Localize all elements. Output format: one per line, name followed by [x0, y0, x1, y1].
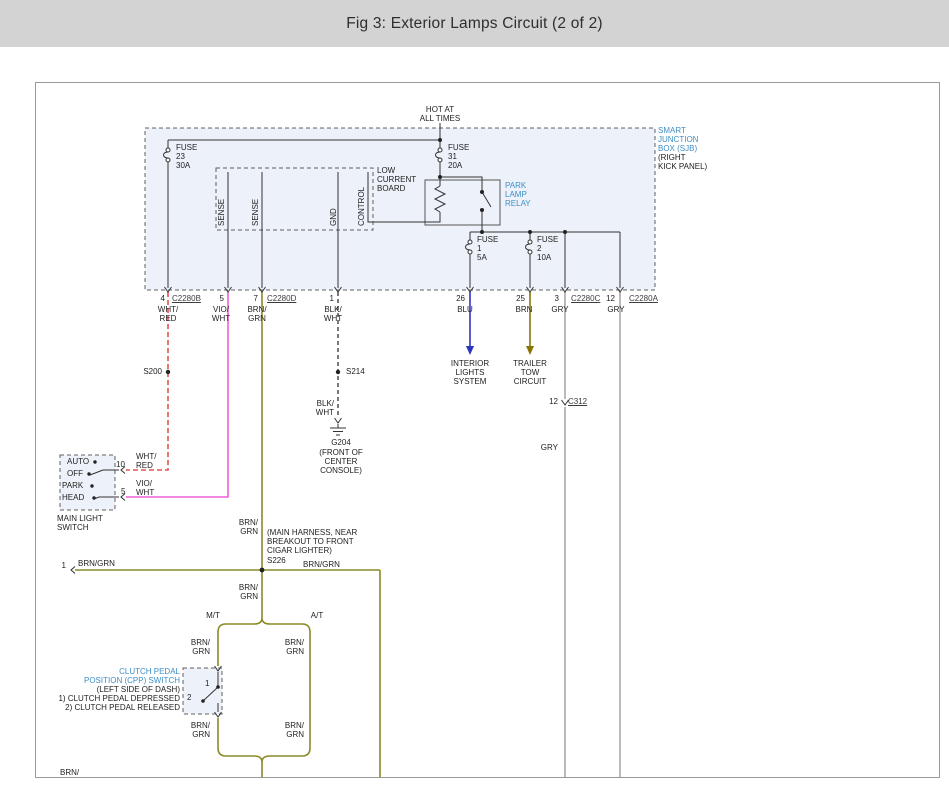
wire-label-brn: BRN: [516, 305, 533, 314]
cpp-switch-details: (LEFT SIDE OF DASH) 1) CLUTCH PEDAL DEPR…: [58, 685, 180, 712]
ground-g204-location: (FRONT OF CENTER CONSOLE): [319, 448, 362, 475]
sense-pin-label-1: SENSE: [217, 199, 226, 226]
splice-s200-label: S200: [132, 367, 162, 376]
interior-lights-system-label: INTERIOR LIGHTS SYSTEM: [451, 359, 489, 386]
mls-position-park: PARK: [62, 481, 83, 490]
connector-c2280c-link[interactable]: C2280C: [571, 294, 600, 303]
wire-label-brn-grn-mt-lower: BRN/ GRN: [182, 721, 210, 739]
pin-12-label: 12: [600, 294, 615, 303]
sjb-location-label: (RIGHT KICK PANEL): [658, 153, 707, 171]
main-light-switch-name: MAIN LIGHT SWITCH: [57, 514, 103, 532]
cpp-switch-box: [183, 668, 222, 714]
wire-label-brn-grn-right: BRN/GRN: [303, 560, 340, 569]
wire-label-blu: BLU: [457, 305, 473, 314]
mls-pin-10-label: 10: [116, 460, 125, 469]
pin-25-label: 25: [510, 294, 525, 303]
wire-label-gry-12: GRY: [607, 305, 624, 314]
fuse-31-label: FUSE 31 20A: [448, 143, 469, 170]
wire-label-partial-bottom: BRN/: [60, 768, 79, 777]
branch-mt-label: M/T: [206, 611, 220, 620]
left-connector-pin-1: 1: [56, 561, 66, 570]
connector-c2280d-link[interactable]: C2280D: [267, 294, 296, 303]
mls-wire-wht-red: WHT/ RED: [136, 452, 156, 470]
sense-pin-label-2: SENSE: [251, 199, 260, 226]
wire-label-brn-grn-mt-upper: BRN/ GRN: [182, 638, 210, 656]
control-pin-label: CONTROL: [357, 187, 366, 226]
wire-blu: [466, 292, 474, 355]
wire-label-brn-grn-at-upper: BRN/ GRN: [276, 638, 304, 656]
harness-note: (MAIN HARNESS, NEAR BREAKOUT TO FRONT CI…: [267, 528, 357, 555]
pin-7-label: 7: [246, 294, 258, 303]
connector-c312-link[interactable]: C312: [568, 397, 587, 406]
pin-1-label: 1: [322, 294, 334, 303]
connector-c2280b-link[interactable]: C2280B: [172, 294, 201, 303]
pin-4-label: 4: [153, 294, 165, 303]
splice-s214-label: S214: [346, 367, 365, 376]
mls-position-off: OFF: [67, 469, 83, 478]
cpp-switch-name: CLUTCH PEDAL POSITION (CPP) SWITCH: [58, 667, 180, 685]
connector-c2280a-link[interactable]: C2280A: [629, 294, 658, 303]
wire-label-brn-grn-at-lower: BRN/ GRN: [276, 721, 304, 739]
fuse-1-label: FUSE 1 5A: [477, 235, 498, 262]
gnd-pin-label: GND: [329, 208, 338, 226]
wire-label-gry-3: GRY: [551, 305, 568, 314]
sjb-name-label: SMART JUNCTION BOX (SJB): [658, 126, 698, 153]
wire-label-brn-grn-below-s226: BRN/ GRN: [228, 583, 258, 601]
cpp-pin-1-label: 1: [205, 679, 209, 688]
mls-position-head: HEAD: [62, 493, 84, 502]
pin-26-label: 26: [450, 294, 465, 303]
ground-g204-label: G204: [331, 438, 351, 447]
connector-chevrons: [71, 287, 624, 717]
wire-label-brn-grn: BRN/ GRN: [247, 305, 266, 323]
fuse-23-label: FUSE 23 30A: [176, 143, 197, 170]
wire-label-wht-red: WHT/ RED: [158, 305, 178, 323]
wire-label-gry-c312: GRY: [528, 443, 558, 452]
mls-wire-vio-wht: VIO/ WHT: [136, 479, 154, 497]
mls-position-auto: AUTO: [67, 457, 89, 466]
wire-label-blk-wht: BLK/ WHT: [324, 305, 342, 323]
pin-3-label: 3: [547, 294, 559, 303]
splice-s226-label: S226: [267, 556, 286, 565]
wire-label-vio-wht: VIO/ WHT: [212, 305, 230, 323]
wire-brn: [526, 292, 534, 355]
branch-at-label: A/T: [311, 611, 323, 620]
wire-label-brn-grn-above-s226: BRN/ GRN: [228, 518, 258, 536]
pin-5-label: 5: [212, 294, 224, 303]
c312-pin-label: 12: [540, 397, 558, 406]
trailer-tow-circuit-label: TRAILER TOW CIRCUIT: [513, 359, 547, 386]
park-lamp-relay-label: PARK LAMP RELAY: [505, 181, 531, 208]
hot-at-all-times-label: HOT AT ALL TIMES: [420, 105, 460, 123]
cpp-pin-2-label: 2: [187, 693, 191, 702]
wire-label-brn-grn-left: BRN/GRN: [78, 559, 115, 568]
mls-pin-5-label: 5: [121, 487, 125, 496]
fuse-2-label: FUSE 2 10A: [537, 235, 558, 262]
low-current-board-label: LOW CURRENT BOARD: [377, 166, 416, 193]
wire-label-blk-wht-ground: BLK/ WHT: [304, 399, 334, 417]
